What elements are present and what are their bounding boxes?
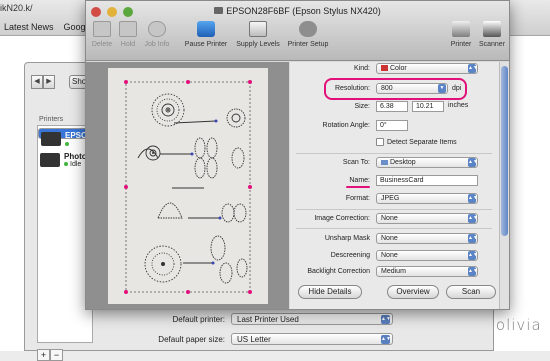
printer-title-icon — [214, 7, 224, 14]
size-width-field[interactable]: 6.38 — [376, 101, 408, 112]
resolution-select[interactable]: 800 ▼ — [376, 83, 448, 94]
printer-status: Idle — [64, 161, 81, 168]
nav-buttons: ◀ ▶ — [31, 75, 55, 89]
kind-select[interactable]: Color ▲▼ — [376, 63, 478, 74]
scan-settings-panel: Kind: Color ▲▼ Resolution: 800 ▼ dpi Size:… — [290, 62, 499, 309]
hold-icon — [119, 21, 137, 37]
detect-separate-label: Detect Separate Items — [387, 139, 457, 146]
scan-button[interactable]: Scan — [446, 285, 496, 299]
divider — [296, 228, 492, 229]
backlight-select[interactable]: Medium ▲▼ — [376, 266, 478, 277]
back-button[interactable]: ◀ — [31, 75, 43, 89]
divider — [296, 153, 492, 154]
overview-button[interactable]: Overview — [387, 285, 439, 299]
format-label: Format: — [345, 195, 370, 202]
select-arrows-icon: ▲▼ — [468, 194, 478, 203]
backlight-label: Backlight Correction — [307, 268, 370, 275]
color-swatch-icon — [381, 65, 388, 72]
select-arrows-icon: ▲▼ — [468, 251, 478, 260]
scanner-titlebar: EPSON28F6BF (Epson Stylus NX420) Delete … — [86, 1, 509, 61]
supply-levels-icon — [249, 21, 267, 37]
rotation-field[interactable]: 0° — [376, 120, 408, 131]
select-arrows-icon: ▲▼ — [468, 64, 478, 73]
hide-details-button[interactable]: Hide Details — [298, 285, 362, 299]
unsharp-mask-select[interactable]: None ▲▼ — [376, 233, 478, 244]
bookmark-latest-news[interactable]: Latest News — [4, 22, 54, 32]
default-printer-select[interactable]: Last Printer Used ▲▼ — [231, 313, 393, 325]
printer-tab-button[interactable]: Printer — [448, 21, 474, 48]
resolution-unit: dpi — [452, 85, 462, 92]
default-paper-label: Default paper size: — [158, 335, 225, 344]
printers-label: Printers — [39, 116, 64, 123]
size-label: Size: — [354, 103, 370, 110]
printer-status: Idle — [65, 140, 82, 149]
descreening-label: Descreening — [330, 252, 370, 259]
select-arrows-icon: ▲▼ — [468, 158, 478, 167]
supply-levels-button[interactable]: Supply Levels — [234, 21, 282, 48]
delete-icon — [93, 21, 111, 37]
scrollbar-thumb[interactable] — [501, 66, 508, 236]
info-icon — [148, 21, 166, 37]
settings-scrollbar[interactable] — [499, 62, 509, 309]
pause-printer-button[interactable]: Pause Printer — [182, 21, 230, 48]
status-dot-icon — [64, 162, 68, 166]
gear-icon — [299, 21, 317, 37]
window-title: EPSON28F6BF (Epson Stylus NX420) — [86, 6, 509, 16]
printer-name: Photo — [64, 152, 87, 161]
image-correction-select[interactable]: None ▲▼ — [376, 213, 478, 224]
delete-button[interactable]: Delete — [90, 21, 114, 48]
printer-name: EPSO — [65, 131, 88, 140]
size-height-field[interactable]: 10.21 — [412, 101, 444, 112]
status-dot-icon — [65, 142, 69, 146]
scan-to-select[interactable]: Desktop ▲▼ — [376, 157, 478, 168]
default-paper-select[interactable]: US Letter ▲▼ — [231, 333, 393, 345]
scanner-window: EPSON28F6BF (Epson Stylus NX420) Delete … — [85, 0, 510, 310]
pause-icon — [197, 21, 215, 37]
select-arrows-icon: ▲▼ — [468, 234, 478, 243]
scanner-tab-button[interactable]: Scanner — [478, 21, 506, 48]
folder-icon — [381, 159, 388, 165]
job-info-button[interactable]: Job Info — [142, 21, 172, 48]
address-fragment[interactable]: ikN20.k/ — [0, 3, 33, 13]
detect-separate-checkbox[interactable] — [376, 138, 384, 146]
default-printer-label: Default printer: — [172, 315, 225, 324]
printer-icon — [452, 21, 470, 37]
dropdown-arrow-icon: ▼ — [438, 84, 446, 93]
doodle-artwork-image — [124, 80, 252, 294]
descreening-select[interactable]: None ▲▼ — [376, 250, 478, 261]
hold-button[interactable]: Hold — [118, 21, 138, 48]
printer-icon — [41, 132, 61, 146]
name-label: Name: — [349, 177, 370, 184]
resolution-label: Resolution: — [334, 85, 370, 92]
format-select[interactable]: JPEG ▲▼ — [376, 193, 478, 204]
printer-icon — [40, 153, 60, 167]
scanner-icon — [483, 21, 501, 37]
select-arrows-icon: ▲▼ — [468, 214, 478, 223]
rotation-label: Rotation Angle: — [322, 122, 370, 129]
image-correction-label: Image Correction: — [314, 215, 370, 222]
kind-label: Kind: — [354, 65, 370, 72]
name-underline-highlight — [346, 186, 370, 188]
divider — [296, 209, 492, 210]
scan-preview-area[interactable] — [86, 62, 289, 309]
select-arrows-icon: ▲▼ — [381, 335, 391, 344]
size-unit-select[interactable]: inches — [448, 101, 478, 112]
unsharp-mask-label: Unsharp Mask — [324, 235, 370, 242]
printer-setup-button[interactable]: Printer Setup — [284, 21, 332, 48]
select-arrows-icon: ▲▼ — [381, 315, 391, 324]
scan-to-label: Scan To: — [342, 159, 370, 166]
select-arrows-icon: ▲▼ — [468, 267, 478, 276]
forward-button[interactable]: ▶ — [43, 75, 55, 89]
name-field[interactable]: BusinessCard — [376, 175, 478, 186]
scanned-page-preview — [108, 68, 268, 304]
